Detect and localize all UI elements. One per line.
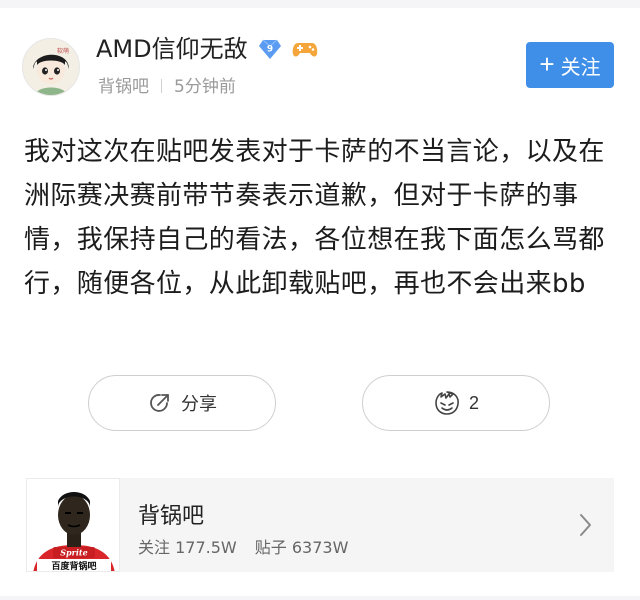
meta-divider xyxy=(161,79,162,93)
forum-logo: Sprite 百度背锅吧 xyxy=(26,478,120,572)
plus-icon: + xyxy=(539,49,555,79)
author-avatar[interactable]: 软萌 xyxy=(22,38,80,96)
post-time: 5分钟前 xyxy=(174,77,236,97)
post-content: 我对这次在贴吧发表对于卡萨的不当言论，以及在洲际赛决赛前带节奏表示道歉，但对于卡… xyxy=(24,137,605,299)
forum-card-title: 背锅吧 xyxy=(138,504,205,529)
forum-card-stats: 关注 177.5W 贴子 6373W xyxy=(138,534,348,558)
follow-label: 关注 xyxy=(560,56,601,79)
post-meta: 背锅吧 5分钟前 xyxy=(98,72,236,97)
forum-name[interactable]: 背锅吧 xyxy=(98,77,149,97)
svg-text:软萌: 软萌 xyxy=(57,47,69,55)
author-name[interactable]: AMD信仰无敌 xyxy=(96,34,248,64)
like-button[interactable]: 2 xyxy=(362,375,550,431)
posts-label: 贴子 xyxy=(254,538,287,557)
followers-label: 关注 xyxy=(138,538,171,557)
top-divider xyxy=(0,0,640,8)
level-number: 9 xyxy=(267,45,273,55)
post-header: 软萌 AMD信仰无敌 9 背锅吧 5分钟前 + 关注 xyxy=(0,8,640,104)
diamond-level-icon: 9 xyxy=(259,39,281,59)
chevron-right-icon xyxy=(580,514,591,536)
like-count: 2 xyxy=(468,392,479,413)
like-face-icon xyxy=(435,391,459,415)
forum-card[interactable]: Sprite 百度背锅吧 背锅吧 关注 177.5W 贴子 6373W xyxy=(26,478,614,572)
followers-count: 177.5W xyxy=(175,538,237,557)
level-badge: 9 xyxy=(258,38,282,60)
bottom-divider xyxy=(0,596,640,600)
posts-count: 6373W xyxy=(291,538,349,557)
svg-text:百度背锅吧: 百度背锅吧 xyxy=(51,560,96,572)
gamepad-icon xyxy=(292,39,318,59)
follow-button[interactable]: + 关注 xyxy=(526,42,614,88)
svg-text:Sprite: Sprite xyxy=(60,548,87,558)
share-label: 分享 xyxy=(181,394,217,414)
avatar-image: 软萌 xyxy=(23,39,79,95)
share-icon xyxy=(150,394,169,412)
share-button[interactable]: 分享 xyxy=(88,375,276,431)
